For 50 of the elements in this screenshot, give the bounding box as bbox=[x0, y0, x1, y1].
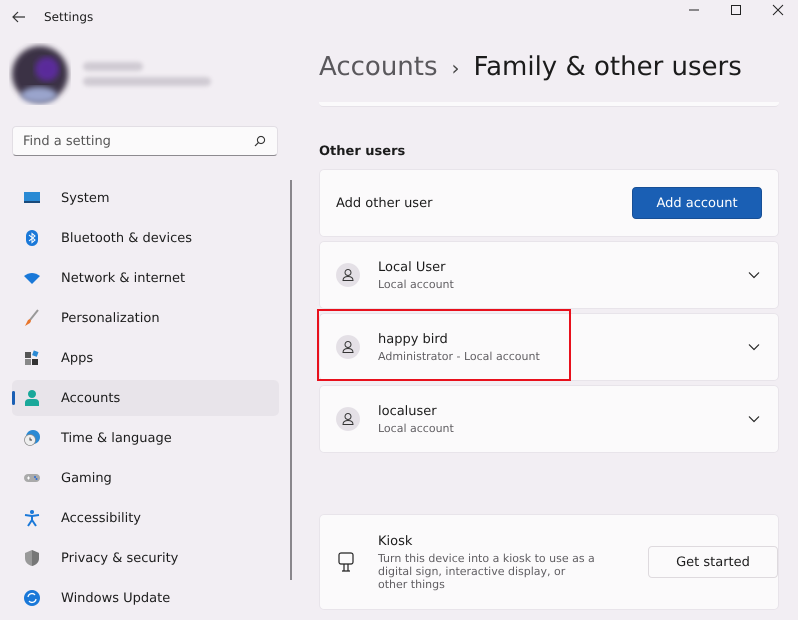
account-type: Local account bbox=[378, 422, 455, 434]
kiosk-icon bbox=[338, 552, 354, 572]
back-icon[interactable] bbox=[12, 11, 26, 24]
row-label: Add other user bbox=[336, 196, 432, 210]
sidebar-item[interactable]: Bluetooth & devices bbox=[12, 220, 279, 256]
kiosk-description: Turn this device into a kiosk to use as a digital sign, interactive display, or other things bbox=[378, 552, 596, 590]
account-type: Administrator - Local account bbox=[378, 350, 541, 362]
user-name: localuser bbox=[378, 404, 438, 418]
chevron-icon[interactable] bbox=[748, 271, 760, 279]
sidebar-item[interactable]: Network & internet bbox=[12, 260, 279, 296]
account-type: Local account bbox=[378, 278, 455, 290]
sidebar-item[interactable]: Accounts bbox=[12, 380, 279, 416]
user-icon bbox=[336, 407, 360, 431]
shield-icon bbox=[23, 549, 41, 567]
clock-icon bbox=[23, 429, 41, 447]
user-row[interactable]: localuser Local account bbox=[319, 385, 779, 453]
accessibility-icon bbox=[23, 509, 41, 527]
sidebar-item[interactable]: Windows Update bbox=[12, 580, 279, 616]
section-heading: Other users bbox=[319, 144, 406, 159]
search-icon bbox=[254, 135, 266, 147]
chevron-icon[interactable] bbox=[748, 343, 760, 351]
user-row[interactable]: Local User Local account bbox=[319, 241, 779, 309]
page-title: Family & other users bbox=[474, 52, 742, 82]
person-icon bbox=[23, 389, 41, 407]
user-name: Local User bbox=[378, 260, 446, 274]
sidebar-item[interactable]: Privacy & security bbox=[12, 540, 279, 576]
user-icon bbox=[336, 335, 360, 359]
user-icon bbox=[336, 263, 360, 287]
user-name: happy bird bbox=[378, 332, 449, 346]
search-field[interactable]: Find a setting bbox=[12, 126, 278, 156]
sidebar-item[interactable]: Accessibility bbox=[12, 500, 279, 536]
chevron-icon[interactable] bbox=[748, 415, 760, 423]
kiosk-title: Kiosk bbox=[378, 534, 414, 548]
apps-icon bbox=[23, 349, 41, 367]
get-started-button[interactable]: Get started bbox=[648, 546, 778, 578]
sidebar-item[interactable]: Time & language bbox=[12, 420, 279, 456]
sidebar-item[interactable]: Gaming bbox=[12, 460, 279, 496]
update-icon bbox=[23, 589, 41, 607]
window-title: Settings bbox=[44, 10, 94, 24]
sidebar-item[interactable]: Personalization bbox=[12, 300, 279, 336]
bluetooth-icon bbox=[23, 229, 41, 247]
blurred-name bbox=[83, 62, 143, 71]
brush-icon bbox=[23, 309, 41, 327]
close-icon[interactable] bbox=[772, 4, 784, 16]
breadcrumb-separator: › bbox=[452, 56, 460, 80]
sidebar-item[interactable]: System bbox=[12, 180, 279, 216]
add-account-button[interactable]: Add account bbox=[632, 187, 762, 219]
breadcrumb-link[interactable]: Accounts bbox=[319, 52, 438, 82]
maximize-icon[interactable] bbox=[730, 4, 742, 16]
sidebar-item[interactable]: Apps bbox=[12, 340, 279, 376]
